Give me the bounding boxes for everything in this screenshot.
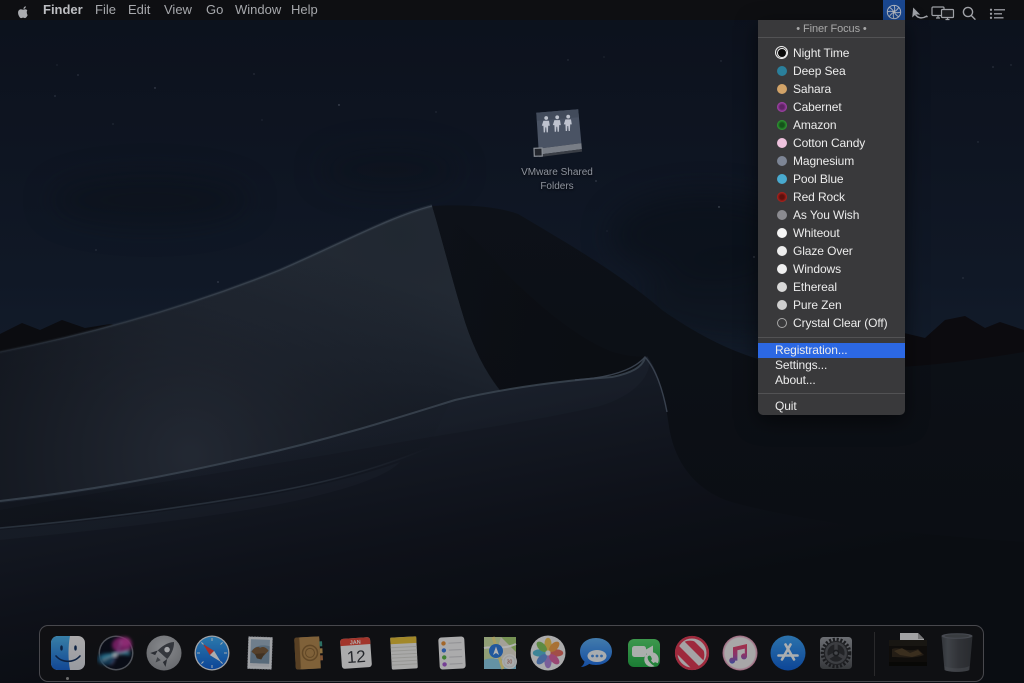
svg-text:12: 12 [346,647,366,667]
svg-text:JAN: JAN [350,640,361,647]
svg-text:30: 30 [507,660,513,666]
